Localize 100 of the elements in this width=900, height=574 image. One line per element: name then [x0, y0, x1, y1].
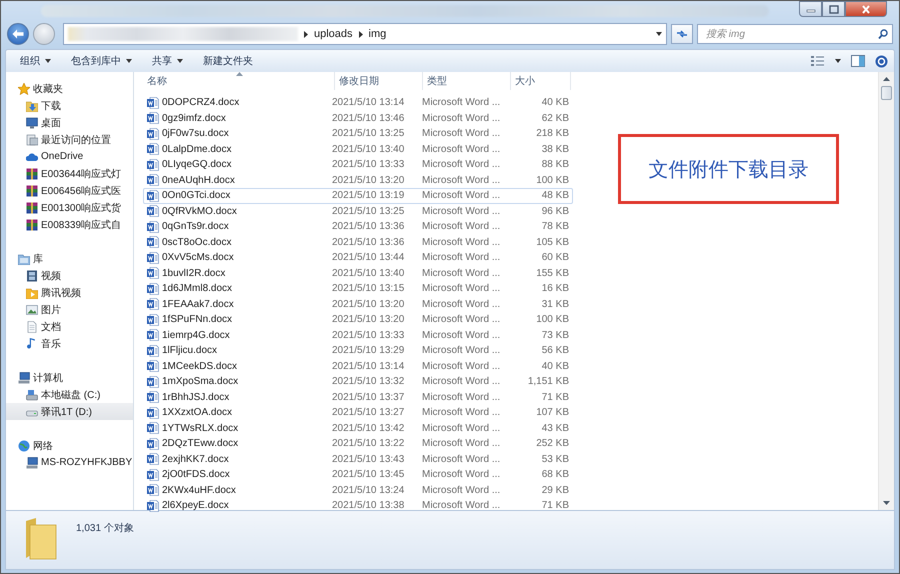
maximize-button[interactable]	[822, 1, 845, 17]
nav-group[interactable]: 计算机	[33, 370, 63, 384]
nav-item[interactable]: E003644响应式灯	[6, 165, 133, 182]
toolbar-button[interactable]: 新建文件夹	[195, 52, 261, 70]
archive-icon	[26, 218, 38, 230]
word-document-icon	[147, 360, 159, 372]
nav-item[interactable]: 腾讯视频	[6, 284, 133, 301]
file-row[interactable]: 0LIyqeGQ.docx 2021/5/10 13:33 Microsoft Word ... 88 KB	[143, 157, 573, 172]
scroll-up-icon[interactable]	[883, 77, 890, 81]
scrollbar[interactable]	[878, 72, 894, 510]
file-row[interactable]: 1FEAAak7.docx 2021/5/10 13:20 Microsoft Word ... 31 KB	[143, 296, 573, 312]
file-row[interactable]: 2KWx4uHF.docx 2021/5/10 13:24 Microsoft Word ... 29 KB	[143, 482, 573, 498]
modified-date: 2021/5/10 13:20	[332, 298, 406, 310]
nav-item[interactable]: E008339响应式自	[6, 216, 133, 233]
file-row[interactable]: 0On0GTci.docx 2021/5/10 13:19 Microsoft Word ... 48 KB	[143, 188, 573, 204]
modified-date: 2021/5/10 13:19	[332, 190, 406, 202]
file-row[interactable]: 2exjhKK7.docx 2021/5/10 13:43 Microsoft Word ... 53 KB	[143, 452, 573, 467]
file-row[interactable]: 2l6XpeyE.docx 2021/5/10 13:38 Microsoft Word ... 71 KB	[143, 498, 573, 514]
scroll-down-icon[interactable]	[883, 501, 890, 505]
file-row[interactable]: 1buvlI2R.docx 2021/5/10 13:40 Microsoft Word ... 155 KB	[143, 266, 573, 281]
dropdown-caret-icon[interactable]	[835, 59, 841, 63]
nav-item[interactable]: 驿讯1T (D:)	[6, 403, 133, 420]
file-size: 62 KB	[540, 112, 569, 124]
file-row[interactable]: 2DQzTEww.docx 2021/5/10 13:22 Microsoft Word ... 252 KB	[143, 436, 573, 452]
column-header[interactable]: 类型	[423, 72, 511, 90]
file-name: 0scT8oOc.docx	[162, 236, 232, 248]
nav-item[interactable]: 视频	[6, 267, 133, 284]
file-row[interactable]: 0gz9imfz.docx 2021/5/10 13:46 Microsoft Word ... 62 KB	[143, 110, 573, 126]
file-type: Microsoft Word ...	[422, 454, 502, 465]
file-row[interactable]: 1rBhhJSJ.docx 2021/5/10 13:37 Microsoft Word ... 71 KB	[143, 390, 573, 405]
maximize-icon[interactable]	[828, 4, 838, 14]
minimize-button[interactable]	[799, 1, 822, 17]
file-row[interactable]: 1mXpoSma.docx 2021/5/10 13:32 Microsoft Word ... 1,151 KB	[143, 374, 573, 390]
nav-item[interactable]: OneDrive	[6, 148, 133, 165]
file-row[interactable]: 1XXzxtOA.docx 2021/5/10 13:27 Microsoft Word ... 107 KB	[143, 405, 573, 420]
nav-group[interactable]: 网络	[33, 438, 53, 452]
file-size: 100 KB	[535, 314, 569, 326]
file-row[interactable]: 1lFljicu.docx 2021/5/10 13:29 Microsoft Word ... 56 KB	[143, 343, 573, 358]
toolbar-button[interactable]: 共享	[144, 52, 191, 70]
item-count: 1,031 个对象	[76, 522, 134, 535]
file-row[interactable]: 0scT8oOc.docx 2021/5/10 13:36 Microsoft Word ... 105 KB	[143, 234, 573, 250]
modified-date: 2021/5/10 13:37	[332, 392, 406, 403]
back-button[interactable]	[7, 23, 29, 45]
file-row[interactable]: 1MCeekDS.docx 2021/5/10 13:14 Microsoft Word ... 40 KB	[143, 358, 573, 374]
toolbar-button[interactable]: 包含到库中	[63, 52, 140, 70]
nav-item[interactable]: 音乐	[6, 335, 133, 352]
file-type: Microsoft Word ...	[422, 144, 502, 155]
refresh-button[interactable]	[671, 24, 693, 44]
address-bar[interactable]: uploads img	[63, 23, 667, 45]
view-list-icon[interactable]	[811, 55, 825, 67]
nav-item[interactable]: 文档	[6, 318, 133, 335]
toolbar-button[interactable]: 组织	[12, 52, 59, 70]
nav-item[interactable]: 桌面	[6, 114, 133, 131]
modified-date: 2021/5/10 13:15	[332, 283, 406, 294]
nav-item[interactable]: 下载	[6, 97, 133, 114]
file-row[interactable]: 0qGnTs9r.docx 2021/5/10 13:36 Microsoft Word ... 78 KB	[143, 219, 573, 234]
preview-pane-icon[interactable]	[851, 55, 865, 67]
close-icon[interactable]	[861, 4, 871, 14]
file-type: Microsoft Word ...	[422, 314, 502, 326]
file-name: 1MCeekDS.docx	[162, 360, 238, 372]
nav-item[interactable]: E006456响应式医	[6, 182, 133, 199]
file-row[interactable]: 0DOPCRZ4.docx 2021/5/10 13:14 Microsoft Word ... 40 KB	[143, 95, 573, 110]
file-name: 0XvV5cMs.docx	[162, 252, 234, 264]
file-row[interactable]: 0jF0w7su.docx 2021/5/10 13:25 Microsoft Word ... 218 KB	[143, 126, 573, 142]
close-button[interactable]	[845, 1, 887, 17]
breadcrumb[interactable]: uploads	[314, 28, 353, 40]
file-row[interactable]: 2jO0tFDS.docx 2021/5/10 13:45 Microsoft Word ... 68 KB	[143, 467, 573, 482]
file-name: 0QfRVkMO.docx	[162, 206, 237, 217]
search-field[interactable]: 搜索 img	[697, 24, 893, 44]
word-document-icon	[147, 267, 159, 280]
dropdown-caret-icon[interactable]	[656, 32, 662, 36]
file-type: Microsoft Word ...	[422, 345, 502, 356]
file-row[interactable]: 1d6JMml8.docx 2021/5/10 13:15 Microsoft Word ... 16 KB	[143, 281, 573, 296]
word-document-icon	[147, 143, 159, 156]
help-icon[interactable]	[875, 54, 888, 68]
nav-item[interactable]: E001300响应式货	[6, 199, 133, 216]
file-name: 1YTWsRLX.docx	[162, 422, 238, 434]
nav-group[interactable]: 库	[33, 252, 43, 266]
file-row[interactable]: 1iemrp4G.docx 2021/5/10 13:33 Microsoft Word ... 73 KB	[143, 328, 573, 343]
file-row[interactable]: 1YTWsRLX.docx 2021/5/10 13:42 Microsoft Word ... 43 KB	[143, 420, 573, 436]
file-row[interactable]: 0LalpDme.docx 2021/5/10 13:40 Microsoft Word ... 38 KB	[143, 142, 573, 157]
column-header[interactable]: 修改日期	[335, 72, 423, 90]
word-document-icon	[147, 468, 159, 481]
nav-item[interactable]: MS-ROZYHFKJBBY	[6, 454, 133, 471]
search-icon[interactable]	[878, 29, 888, 39]
chevron-icon[interactable]	[358, 30, 363, 38]
file-size: 1,151 KB	[526, 376, 569, 388]
nav-item[interactable]: 最近访问的位置	[6, 131, 133, 148]
file-row[interactable]: 0QfRVkMO.docx 2021/5/10 13:25 Microsoft Word ... 96 KB	[143, 204, 573, 219]
nav-item[interactable]: 图片	[6, 301, 133, 318]
column-header[interactable]: 大小	[511, 72, 571, 90]
file-row[interactable]: 0XvV5cMs.docx 2021/5/10 13:44 Microsoft Word ... 60 KB	[143, 250, 573, 266]
file-size: 155 KB	[535, 268, 569, 279]
file-row[interactable]: 0neAUqhH.docx 2021/5/10 13:20 Microsoft Word ... 100 KB	[143, 172, 573, 188]
breadcrumb[interactable]: img	[368, 28, 386, 40]
file-row[interactable]: 1fSPuFNn.docx 2021/5/10 13:20 Microsoft Word ... 100 KB	[143, 312, 573, 328]
chevron-icon[interactable]	[304, 30, 308, 38]
nav-item[interactable]: 本地磁盘 (C:)	[6, 386, 133, 403]
scroll-thumb[interactable]	[881, 86, 892, 100]
nav-group[interactable]: 收藏夹	[33, 82, 63, 96]
